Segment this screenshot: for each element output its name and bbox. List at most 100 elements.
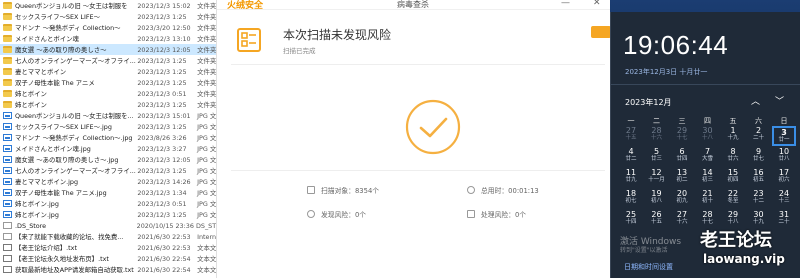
calendar-day[interactable]: 25 十四	[619, 210, 643, 230]
calendar-day[interactable]: 14 初三	[696, 168, 720, 188]
lunar-date: 初八	[650, 198, 662, 204]
lunar-date: 冬至	[727, 198, 739, 204]
file-row[interactable]: マドンナ ～発熱ボディ Collection～ 2023/3/20 12:50 文件…	[0, 22, 225, 33]
file-row[interactable]: 魔女選 ～あの取り際の奥しさ～ 2023/12/3 12:05 文件夹	[0, 44, 225, 55]
calendar-day[interactable]: 9 廿七	[747, 147, 771, 167]
calendar-day[interactable]: 21 初十	[696, 189, 720, 209]
file-row[interactable]: 获取最新地址及APP请发邮箱自动获取.txt 2021/6/30 22:54 文本文…	[0, 264, 225, 275]
day-number: 18	[625, 189, 637, 198]
lunar-date: 十一月	[648, 177, 665, 183]
file-date: 2023/12/3 13:10	[137, 34, 191, 43]
weekday-header: 四	[704, 117, 711, 125]
file-row[interactable]: 双子ノ母性本能 The アニメ.jpg 2023/12/3 1:34 JPG 文件	[0, 187, 225, 198]
calendar-day[interactable]: 31 二十	[772, 210, 796, 230]
calendar-day[interactable]: 28 十六	[645, 126, 669, 146]
calendar-day[interactable]: 27 十六	[670, 210, 694, 230]
calendar-day[interactable]: 13 初二	[670, 168, 694, 188]
file-row[interactable]: 七人のオンラインゲーマーズ～オフライ... 2023/12/3 1:25 文件夹	[0, 55, 225, 66]
day-number: 15	[727, 168, 739, 177]
file-date: 2023/12/3 1:25	[137, 166, 187, 175]
file-name: 【来了就能下载收藏的论坛、找免费...	[15, 233, 124, 241]
calendar-day[interactable]: 26 十五	[645, 210, 669, 230]
file-date: 2023/12/3 1:25	[137, 122, 187, 131]
image-icon	[3, 189, 12, 196]
file-row[interactable]: Queenボンジョルの旧 ～女王は制服を 2023/12/3 15:02 文件夹	[0, 0, 225, 11]
calendar-day[interactable]: 22 冬至	[721, 189, 745, 209]
close-button[interactable]: ✕	[593, 0, 601, 8]
lunar-date: 廿六	[727, 156, 739, 162]
file-name: メイドさんとボイン魂	[15, 35, 79, 43]
calendar-day[interactable]: 30 十八	[696, 126, 720, 146]
calendar-day[interactable]: 11 廿九	[619, 168, 643, 188]
calendar-day[interactable]: 4 廿二	[619, 147, 643, 167]
calendar-day[interactable]: 19 初八	[645, 189, 669, 209]
file-row[interactable]: セックスライフ～SEX LIFE～ 2023/12/3 1:25 文件夹	[0, 11, 225, 22]
stat-scanned: 扫描对象：8354个	[307, 185, 379, 195]
file-row[interactable]: .DS_Store2020/10/15 23:36DS_STORE	[0, 220, 225, 231]
calendar-day[interactable]: 2 二十	[747, 126, 771, 146]
file-row[interactable]: 妻とママとボイン 2023/12/3 1:25 文件夹	[0, 66, 225, 77]
file-date: 2021/6/30 22:54	[137, 265, 191, 274]
file-row[interactable]: Queenボンジョルの旧 ～女王は制服を... 2023/12/3 15:01 JP…	[0, 110, 225, 121]
calendar-day[interactable]: 23 十二	[747, 189, 771, 209]
complete-button[interactable]	[591, 26, 611, 38]
file-row[interactable]: 妻とママとボイン.jpg 2023/12/3 14:26 JPG 文件	[0, 176, 225, 187]
file-row[interactable]: 姉とボイン 2023/12/3 0:51 文件夹	[0, 88, 225, 99]
calendar-day[interactable]: 20 初九	[670, 189, 694, 209]
file-row[interactable]: 魔女選 ～あの取り際の奥しさ～.jpg 2023/12/3 12:05 JPG 文件	[0, 154, 225, 165]
calendar-day-today[interactable]: 3 廿一	[772, 126, 796, 146]
file-row[interactable]: 七人のオンラインゲーマーズ～オフライ... 2023/12/3 1:25 JPG 文…	[0, 165, 225, 176]
file-name: 姉とボイン	[15, 90, 47, 98]
calendar-day[interactable]: 10 廿八	[772, 147, 796, 167]
lunar-date: 十七	[701, 219, 713, 225]
calendar-day[interactable]: 17 初六	[772, 168, 796, 188]
lunar-date: 十五	[650, 219, 662, 225]
next-month-icon[interactable]: ﹀	[775, 94, 784, 107]
calendar-month[interactable]: 2023年12月	[625, 97, 672, 108]
calendar-day[interactable]: 15 初四	[721, 168, 745, 188]
file-row[interactable]: メイドさんとボイン魂 2023/12/3 13:10 文件夹	[0, 33, 225, 44]
file-date: 2023/12/3 1:25	[137, 12, 187, 21]
prev-month-icon[interactable]: ︿	[751, 94, 760, 107]
calendar-day[interactable]: 16 初五	[747, 168, 771, 188]
calendar-day[interactable]: 8 廿六	[721, 147, 745, 167]
file-row[interactable]: マドンナ ～発熱ボディ Collection～.jpg 2023/8/26 3:2…	[0, 132, 225, 143]
file-row[interactable]: 【来了就能下载收藏的论坛、找免费... 2021/6/30 22:53 Intern…	[0, 231, 225, 242]
calendar-day[interactable]: 1 十九	[721, 126, 745, 146]
calendar-day[interactable]: 27 十五	[619, 126, 643, 146]
calendar-day[interactable]: 7 大雪	[696, 147, 720, 167]
file-row[interactable]: メイドさんとボイン魂.jpg 2023/12/3 3:27 JPG 文件	[0, 143, 225, 154]
day-number: 31	[778, 210, 790, 219]
weekday-header: 三	[678, 117, 686, 125]
file-row[interactable]: 双子ノ母性本能 The アニメ 2023/12/3 1:25 文件夹	[0, 77, 225, 88]
calendar-day[interactable]: 24 十三	[772, 189, 796, 209]
file-row[interactable]: 姉とボイン.jpg 2023/12/3 0:51 JPG 文件	[0, 198, 225, 209]
calendar-day[interactable]: 18 初七	[619, 189, 643, 209]
file-row[interactable]: 姉とボイン 2023/12/3 1:25 文件夹	[0, 99, 225, 110]
file-row[interactable]: 【老王论坛介绍】.txt 2021/6/30 22:53 文本文档	[0, 242, 225, 253]
file-name: 七人のオンラインゲーマーズ～オフライ...	[15, 57, 136, 65]
calendar-day[interactable]: 5 廿三	[645, 147, 669, 167]
folder-icon	[3, 2, 12, 9]
file-row[interactable]: 姉とボイン.jpg 2023/12/3 1:25 JPG 文件	[0, 209, 225, 220]
current-date[interactable]: 2023年12月3日 十月廿一	[625, 67, 707, 77]
folder-icon	[3, 46, 12, 53]
file-name: 魔女選 ～あの取り際の奥しさ～	[15, 46, 107, 54]
minimize-button[interactable]: —	[561, 0, 570, 8]
file-date: 2023/3/20 12:50	[137, 23, 191, 32]
calendar-day[interactable]: 12 十一月	[645, 168, 669, 188]
file-name: Queenボンジョルの旧 ～女王は制服を...	[15, 112, 134, 120]
file-date: 2023/12/3 0:51	[137, 89, 187, 98]
lunar-date: 二十	[778, 219, 790, 225]
folder-icon	[3, 24, 12, 31]
lunar-date: 初十	[701, 198, 713, 204]
file-row[interactable]: 【老王论坛永久地址发布页】.txt 2021/6/30 22:54 文本文档	[0, 253, 225, 264]
file-name: メイドさんとボイン魂.jpg	[15, 145, 91, 153]
file-row[interactable]: セックスライフ～SEX LIFE～.jpg 2023/12/3 1:25 JPG 文…	[0, 121, 225, 132]
day-number: 13	[676, 168, 688, 177]
day-number: 4	[628, 147, 634, 156]
weekday-header: 一	[627, 117, 635, 125]
calendar-day[interactable]: 29 十七	[670, 126, 694, 146]
calendar-day[interactable]: 6 廿四	[670, 147, 694, 167]
date-time-settings-link[interactable]: 日期和时间设置	[624, 262, 673, 272]
